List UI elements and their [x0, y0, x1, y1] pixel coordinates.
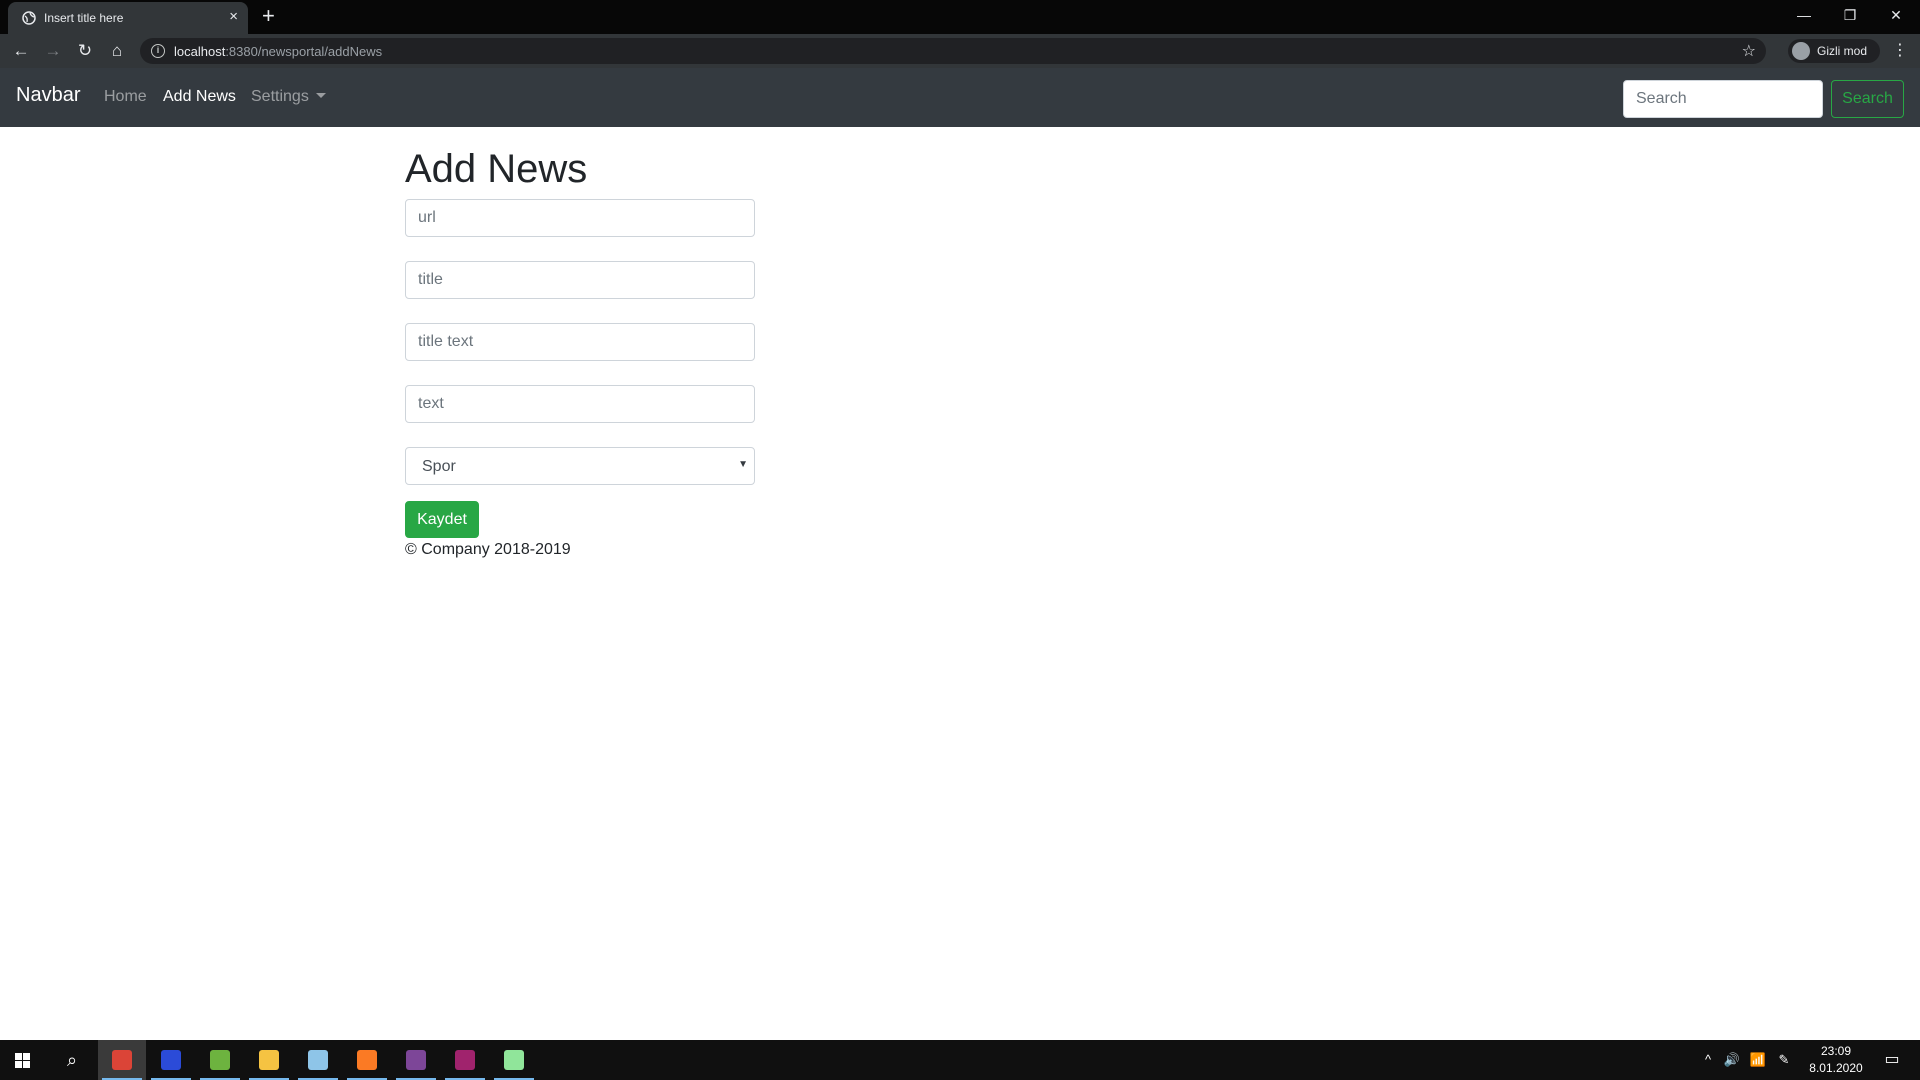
clock-time: 23:09 [1820, 1044, 1852, 1058]
navbar-brand[interactable]: Navbar [16, 84, 80, 107]
browser-tab[interactable]: Insert title here × [8, 2, 248, 34]
taskbar-clock[interactable]: 23:09 8.01.2020 [1804, 1043, 1868, 1077]
browser-menu-icon[interactable]: ⋮ [1890, 38, 1910, 64]
title-text-input[interactable] [405, 323, 755, 361]
browser-tab-bar: Insert title here × + — ❐ ✕ [0, 0, 1920, 34]
taskbar-app[interactable] [490, 1040, 538, 1080]
taskbar-app[interactable] [245, 1040, 293, 1080]
address-bar[interactable]: i localhost:8380/newsportal/addNews ☆ [140, 38, 1766, 64]
category-selected-value: Spor [422, 458, 456, 475]
chrome-icon [112, 1050, 132, 1070]
caret-down-icon [315, 93, 326, 98]
winrar-icon [455, 1050, 475, 1070]
back-button[interactable]: ← [8, 38, 34, 64]
tab-title: Insert title here [44, 11, 124, 25]
save-button[interactable]: Kaydet [405, 501, 479, 538]
spring-icon [210, 1050, 230, 1070]
nav-link-settings[interactable]: Settings [251, 88, 326, 106]
intellij-icon [161, 1050, 181, 1070]
page-title: Add News [405, 147, 588, 191]
globe-icon [22, 11, 36, 25]
restore-button[interactable]: ❐ [1827, 0, 1873, 30]
tab-close-icon[interactable]: × [229, 8, 238, 25]
tray-chevron-icon[interactable]: ^ [1700, 1040, 1716, 1080]
windows-taskbar: ⌕ ^ 🔊 📶 ✎ 23:09 8.01.2020 ▭ [0, 1040, 1920, 1080]
notification-center-icon[interactable]: ▭ [1870, 1040, 1914, 1080]
incognito-badge[interactable]: Gizli mod [1788, 39, 1880, 63]
taskbar-app[interactable] [343, 1040, 391, 1080]
url-input[interactable] [405, 199, 755, 237]
incognito-icon [1792, 42, 1810, 60]
taskbar-search-icon[interactable]: ⌕ [48, 1040, 96, 1080]
taskbar-app[interactable] [196, 1040, 244, 1080]
bookmark-star-icon[interactable]: ☆ [1742, 41, 1756, 61]
notepad-plus-plus-icon [504, 1050, 524, 1070]
footer-copyright: © Company 2018-2019 [405, 541, 571, 558]
clock-date: 8.01.2020 [1809, 1061, 1863, 1075]
pen-icon[interactable]: ✎ [1774, 1040, 1794, 1080]
dropdown-arrow-icon: ▼ [738, 459, 748, 470]
forward-button[interactable]: → [40, 38, 66, 64]
navbar-search-input[interactable] [1623, 80, 1823, 118]
nav-link-add-news[interactable]: Add News [163, 88, 236, 106]
category-select[interactable]: Spor ▼ [405, 447, 755, 485]
notepad-icon [308, 1050, 328, 1070]
windows-start-button[interactable] [0, 1040, 46, 1080]
text-input[interactable] [405, 385, 755, 423]
taskbar-app[interactable] [441, 1040, 489, 1080]
xampp-icon [357, 1050, 377, 1070]
taskbar-app[interactable] [392, 1040, 440, 1080]
browser-toolbar: ← → ↻ ⌂ i localhost:8380/newsportal/addN… [0, 34, 1920, 68]
taskbar-app[interactable] [294, 1040, 342, 1080]
url-text: localhost:8380/newsportal/addNews [174, 44, 383, 59]
navbar-search-button[interactable]: Search [1831, 80, 1904, 118]
home-button[interactable]: ⌂ [104, 38, 130, 64]
title-input[interactable] [405, 261, 755, 299]
windows-logo-icon [15, 1053, 22, 1060]
reload-button[interactable]: ↻ [72, 38, 98, 64]
volume-icon[interactable]: 🔊 [1722, 1040, 1742, 1080]
new-tab-button[interactable]: + [262, 4, 275, 28]
tor-icon [406, 1050, 426, 1070]
close-window-button[interactable]: ✕ [1873, 0, 1919, 30]
nav-link-home[interactable]: Home [104, 88, 147, 106]
minimize-button[interactable]: — [1781, 0, 1827, 30]
site-info-icon[interactable]: i [151, 44, 165, 58]
file-explorer-icon [259, 1050, 279, 1070]
network-icon[interactable]: 📶 [1748, 1040, 1768, 1080]
site-navbar: Navbar Home Add News Settings Search [0, 68, 1920, 127]
taskbar-app[interactable] [98, 1040, 146, 1080]
taskbar-app[interactable] [147, 1040, 195, 1080]
incognito-label: Gizli mod [1817, 44, 1868, 58]
